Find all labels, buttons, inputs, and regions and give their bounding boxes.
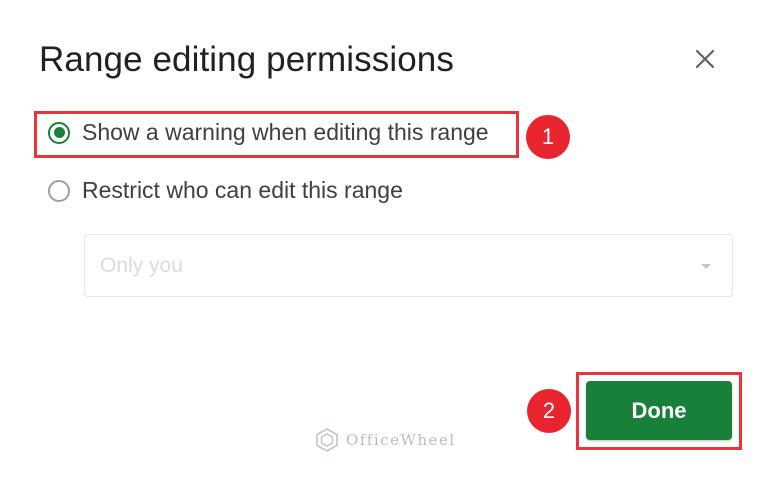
radio-show-warning[interactable] bbox=[48, 121, 70, 144]
dialog-title: Range editing permissions bbox=[39, 40, 454, 79]
annotation-step-badge-1: 1 bbox=[526, 115, 570, 159]
option-restrict-editors[interactable]: Restrict who can edit this range bbox=[48, 177, 403, 204]
close-button[interactable] bbox=[689, 43, 721, 75]
editors-select: Only you bbox=[84, 234, 733, 297]
close-icon bbox=[695, 49, 715, 69]
done-button[interactable]: Done bbox=[586, 381, 732, 440]
watermark-text: OfficeWheel bbox=[346, 431, 456, 449]
editors-select-value: Only you bbox=[100, 254, 183, 277]
dropdown-arrow-icon bbox=[701, 264, 711, 269]
radio-restrict-editors[interactable] bbox=[48, 179, 70, 202]
annotation-step-badge-2: 2 bbox=[527, 389, 571, 433]
option-restrict-editors-label: Restrict who can edit this range bbox=[82, 177, 403, 203]
option-show-warning-label: Show a warning when editing this range bbox=[82, 119, 489, 145]
range-editing-permissions-dialog: Range editing permissions Show a warning… bbox=[0, 0, 768, 480]
option-show-warning[interactable]: Show a warning when editing this range bbox=[48, 119, 489, 146]
watermark: OfficeWheel bbox=[314, 427, 456, 453]
officewheel-logo-icon bbox=[316, 428, 338, 452]
radio-selected-dot bbox=[53, 127, 65, 138]
